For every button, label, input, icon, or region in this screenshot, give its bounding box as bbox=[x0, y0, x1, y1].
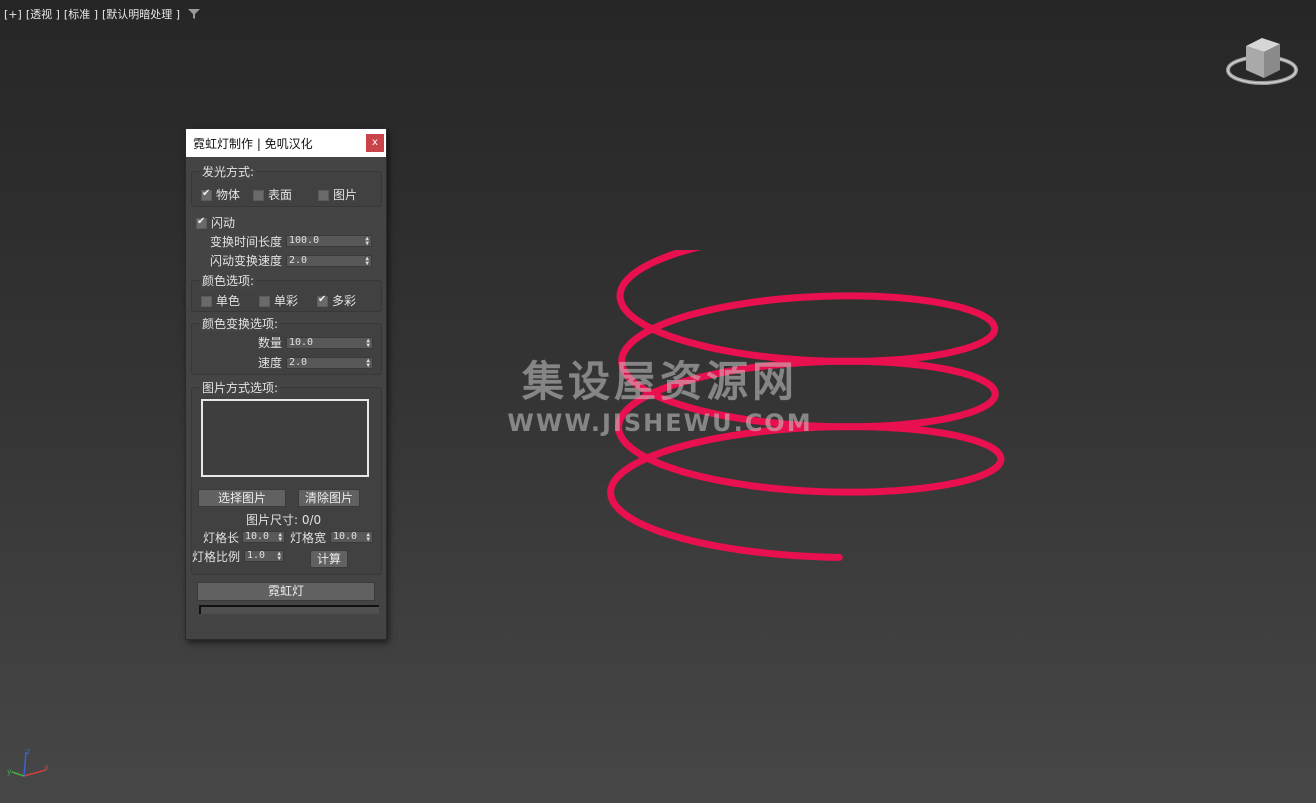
spinner-arrows-icon[interactable]: ▲ ▼ bbox=[366, 532, 370, 543]
neon-spring-object[interactable] bbox=[580, 250, 1050, 580]
viewport-label[interactable]: [+] [透视 ] [标准 ] [默认明暗处理 ] bbox=[4, 6, 201, 22]
svg-text:x: x bbox=[44, 763, 49, 772]
checkbox-mono-color[interactable] bbox=[259, 296, 270, 307]
spinner-arrows-icon[interactable]: ▲ ▼ bbox=[365, 236, 369, 247]
spinner-arrows-icon[interactable]: ▲ ▼ bbox=[365, 256, 369, 267]
cell-ratio-label: 灯格比例 bbox=[192, 550, 241, 564]
color-count-spinner[interactable]: 10.0 ▲ ▼ bbox=[286, 337, 373, 349]
cell-length-spinner[interactable]: 10.0 ▲ ▼ bbox=[242, 531, 285, 543]
flash-speed-value: 2.0 bbox=[289, 255, 308, 266]
svg-text:z: z bbox=[26, 747, 30, 756]
flash-duration-value: 100.0 bbox=[289, 235, 320, 246]
viewport-lighting-menu[interactable]: [默认明暗处理 ] bbox=[102, 6, 180, 22]
flash-duration-label: 变换时间长度 bbox=[210, 235, 283, 249]
viewcube-icon[interactable] bbox=[1224, 34, 1300, 90]
emission-option-surface[interactable]: 表面 bbox=[253, 186, 292, 203]
color-options-group: 颜色选项: 单色 单彩 多彩 bbox=[191, 272, 382, 312]
image-size-value: 0/0 bbox=[301, 513, 322, 527]
color-speed-spinner[interactable]: 2.0 ▲ ▼ bbox=[286, 357, 373, 369]
emission-option-surface-label: 表面 bbox=[268, 188, 293, 202]
svg-text:y: y bbox=[7, 767, 12, 776]
emission-option-image[interactable]: 图片 bbox=[318, 186, 357, 203]
neon-maker-dialog: 霓虹灯制作 | 免叽汉化 x 发光方式: 物体 表面 图片 闪动 变换时间长度 … bbox=[185, 128, 387, 640]
checkbox-flash[interactable] bbox=[196, 216, 207, 229]
flash-speed-spinner[interactable]: 2.0 ▲ ▼ bbox=[286, 255, 372, 267]
color-option-single[interactable]: 单色 bbox=[201, 292, 240, 309]
image-size-display: 图片尺寸: 0/0 bbox=[246, 511, 321, 528]
cell-width-spinner[interactable]: 10.0 ▲ ▼ bbox=[330, 531, 373, 543]
image-options-title: 图片方式选项: bbox=[200, 379, 281, 396]
color-option-single-label: 单色 bbox=[216, 294, 241, 308]
color-options-title: 颜色选项: bbox=[200, 272, 257, 289]
flash-speed-label: 闪动变换速度 bbox=[210, 254, 283, 268]
viewport-shading-menu[interactable]: [标准 ] bbox=[64, 6, 98, 22]
dialog-titlebar[interactable]: 霓虹灯制作 | 免叽汉化 x bbox=[186, 129, 386, 157]
select-image-button[interactable]: 选择图片 bbox=[198, 489, 286, 507]
cell-length-value: 10.0 bbox=[245, 531, 270, 542]
color-option-multi[interactable]: 多彩 bbox=[317, 292, 356, 309]
create-neon-button[interactable]: 霓虹灯 bbox=[197, 582, 375, 601]
dialog-title: 霓虹灯制作 | 免叽汉化 bbox=[193, 136, 313, 151]
spinner-arrows-icon[interactable]: ▲ ▼ bbox=[278, 532, 282, 543]
color-transform-group: 颜色变换选项: 数量 10.0 ▲ ▼ 速度 2.0 ▲ ▼ bbox=[191, 315, 382, 375]
cell-width-label: 灯格宽 bbox=[290, 531, 327, 545]
clear-image-button[interactable]: 清除图片 bbox=[298, 489, 360, 507]
color-count-value: 10.0 bbox=[289, 337, 314, 348]
spinner-arrows-icon[interactable]: ▲ ▼ bbox=[366, 338, 370, 349]
emission-option-object-label: 物体 bbox=[216, 188, 241, 202]
spinner-arrows-icon[interactable]: ▲ ▼ bbox=[277, 551, 281, 562]
close-button[interactable]: x bbox=[366, 134, 384, 152]
calculate-button[interactable]: 计算 bbox=[310, 550, 348, 568]
flash-duration-spinner[interactable]: 100.0 ▲ ▼ bbox=[286, 235, 372, 247]
viewport-plus-menu[interactable]: [+] bbox=[4, 8, 22, 21]
image-preview bbox=[201, 399, 369, 477]
color-speed-label: 速度 bbox=[258, 356, 283, 370]
emission-title: 发光方式: bbox=[200, 163, 257, 180]
emission-option-object[interactable]: 物体 bbox=[201, 186, 240, 203]
flash-label: 闪动 bbox=[211, 216, 236, 230]
color-speed-value: 2.0 bbox=[289, 357, 308, 368]
cell-ratio-value: 1.0 bbox=[247, 550, 266, 561]
color-transform-title: 颜色变换选项: bbox=[200, 315, 281, 332]
emission-group: 发光方式: 物体 表面 图片 bbox=[191, 163, 382, 207]
emission-option-image-label: 图片 bbox=[333, 188, 358, 202]
progress-bar bbox=[199, 605, 379, 614]
checkbox-single-color[interactable] bbox=[201, 296, 212, 307]
cell-width-value: 10.0 bbox=[333, 531, 358, 542]
color-option-multi-label: 多彩 bbox=[332, 294, 357, 308]
neon-spring-path bbox=[607, 250, 1005, 561]
cell-ratio-spinner[interactable]: 1.0 ▲ ▼ bbox=[244, 550, 284, 562]
funnel-icon[interactable] bbox=[188, 8, 201, 20]
color-option-mono-label: 单彩 bbox=[274, 294, 299, 308]
viewport-view-menu[interactable]: [透视 ] bbox=[26, 6, 60, 22]
checkbox-surface[interactable] bbox=[253, 190, 264, 201]
checkbox-multi-color[interactable] bbox=[317, 294, 328, 307]
cell-length-label: 灯格长 bbox=[203, 531, 240, 545]
checkbox-object[interactable] bbox=[201, 188, 212, 201]
image-size-label: 图片尺寸: bbox=[246, 513, 299, 527]
color-option-mono[interactable]: 单彩 bbox=[259, 292, 298, 309]
checkbox-image[interactable] bbox=[318, 190, 329, 201]
flash-option[interactable]: 闪动 bbox=[196, 214, 235, 231]
spinner-arrows-icon[interactable]: ▲ ▼ bbox=[366, 358, 370, 369]
color-count-label: 数量 bbox=[258, 336, 283, 350]
axis-tripod-icon: z x y bbox=[7, 747, 49, 777]
